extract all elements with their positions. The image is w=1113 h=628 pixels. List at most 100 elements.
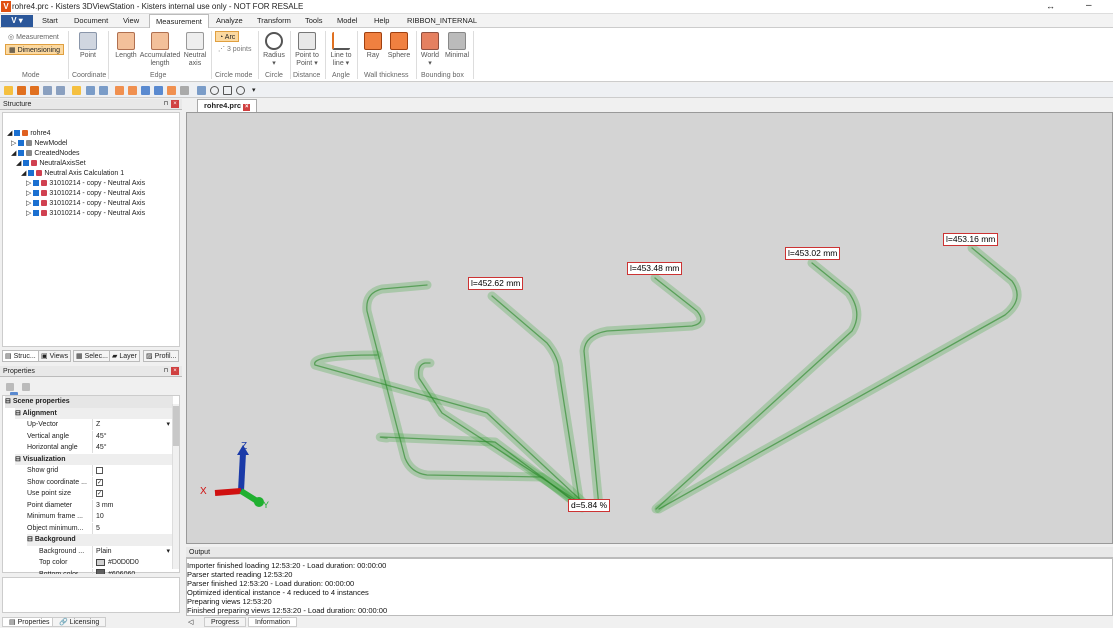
tab-layer[interactable]: ▰ Layer xyxy=(109,350,140,362)
radius-button[interactable]: Radius ▾ xyxy=(261,32,287,68)
expand-arrow-icon[interactable]: ◢ xyxy=(16,160,21,167)
chevron-down-icon[interactable]: ▾ xyxy=(166,546,170,557)
chevron-left-icon[interactable]: ◁ xyxy=(188,618,193,626)
tree-item-neutral-axis[interactable]: ▷ 31010214 - copy - Neutral Axis xyxy=(4,179,180,189)
section-alignment[interactable]: ⊟ Alignment xyxy=(15,407,173,419)
menu-tools[interactable]: Tools xyxy=(305,16,323,25)
measurement-label[interactable]: l=453.48 mm xyxy=(627,262,683,275)
view-iso-icon[interactable] xyxy=(115,86,124,95)
arc-mode-button[interactable]: ◔ Arc xyxy=(215,31,240,42)
menu-ribbon-internal[interactable]: RIBBON_INTERNAL xyxy=(407,16,477,25)
tab-views[interactable]: ▣ Views xyxy=(38,350,72,362)
vertical-angle-field[interactable]: 45° xyxy=(92,430,172,442)
sketch-icon[interactable] xyxy=(197,86,206,95)
measurement-label[interactable]: l=453.02 mm xyxy=(785,247,841,260)
view-front-icon[interactable] xyxy=(86,86,95,95)
section-scene-properties[interactable]: ⊟ Scene properties xyxy=(5,396,173,408)
tree-item-neutralaxisset[interactable]: ◢ NeutralAxisSet xyxy=(4,159,180,169)
select-mode-icon[interactable] xyxy=(72,86,81,95)
minimum-frame-field[interactable]: 10 xyxy=(92,511,172,522)
app-menu-button[interactable]: V ▾ xyxy=(1,15,33,27)
section-visualization[interactable]: ⊟ Visualization xyxy=(15,453,173,465)
use-point-size-checkbox[interactable]: ✓ xyxy=(92,488,172,499)
object-minimum-field[interactable]: 5 xyxy=(92,522,172,534)
close-icon[interactable]: × xyxy=(171,367,179,375)
show-coordinate-checkbox[interactable]: ✓ xyxy=(92,476,172,488)
horizontal-angle-field[interactable]: 45° xyxy=(92,442,172,453)
menu-help[interactable]: Help xyxy=(374,16,389,25)
up-vector-select[interactable]: Z ▾ xyxy=(92,419,172,430)
measurement-label[interactable]: l=452.62 mm xyxy=(468,277,524,290)
minimize-icon[interactable]: – xyxy=(1086,0,1092,11)
measurement-mode-button[interactable]: ◎ Measurement xyxy=(5,32,62,43)
zoom-box-icon[interactable] xyxy=(43,86,52,95)
view-back-icon[interactable] xyxy=(99,86,108,95)
minimal-button[interactable]: Minimal xyxy=(443,32,471,60)
tree-item-neutral-axis[interactable]: ▷ 31010214 - copy - Neutral Axis xyxy=(4,189,180,199)
length-button[interactable]: Length xyxy=(112,32,140,60)
menu-analyze[interactable]: Analyze xyxy=(216,16,243,25)
neutral-axis-button[interactable]: Neutral axis xyxy=(181,32,209,68)
top-color-field[interactable]: #D0D0D0 xyxy=(92,557,172,568)
zoom-icon[interactable] xyxy=(56,86,65,95)
show-grid-checkbox[interactable] xyxy=(92,465,172,476)
rotate-tool-icon[interactable] xyxy=(17,86,26,95)
sphere-button[interactable]: Sphere xyxy=(386,32,412,60)
expand-arrow-icon[interactable]: ▷ xyxy=(26,190,31,197)
view-right-icon[interactable] xyxy=(154,86,163,95)
view-top-icon[interactable] xyxy=(128,86,137,95)
expand-arrow-icon[interactable]: ◢ xyxy=(7,130,12,137)
tree-item-creatednodes[interactable]: ◢ CreatedNodes xyxy=(4,149,180,159)
category-icon[interactable] xyxy=(22,383,31,392)
point-button[interactable]: Point xyxy=(76,32,100,60)
deviation-label[interactable]: d=5.84 % xyxy=(568,499,611,512)
pin-icon[interactable]: ⊓ xyxy=(162,100,170,108)
tab-licensing[interactable]: 🔗 Licensing xyxy=(52,617,107,627)
circle-tool-icon[interactable] xyxy=(210,86,219,95)
world-button[interactable]: World ▾ xyxy=(418,32,442,68)
properties-scrollbar[interactable] xyxy=(172,404,179,569)
expand-arrow-icon[interactable]: ▷ xyxy=(26,200,31,207)
accumulated-length-button[interactable]: Accumulated length xyxy=(139,32,181,68)
toolbar-overflow-icon[interactable]: ▾ xyxy=(252,86,256,94)
restore-icon[interactable]: ↔ xyxy=(1046,1,1055,11)
expand-arrow-icon[interactable]: ▷ xyxy=(11,140,16,147)
tab-profiles[interactable]: ▨ Profil... xyxy=(143,350,180,362)
pan-tool-icon[interactable] xyxy=(30,86,39,95)
close-tab-icon[interactable]: × xyxy=(243,104,251,111)
menu-start[interactable]: Start xyxy=(42,16,58,25)
expand-arrow-icon[interactable]: ◢ xyxy=(11,150,16,157)
menu-transform[interactable]: Transform xyxy=(257,16,291,25)
tab-properties[interactable]: ▤ Properties xyxy=(2,617,57,627)
tab-structure[interactable]: ▤ Struc... xyxy=(2,350,39,362)
rectangle-tool-icon[interactable] xyxy=(223,86,232,95)
menu-document[interactable]: Document xyxy=(74,16,108,25)
tree-item-neutral-axis[interactable]: ▷ 31010214 - copy - Neutral Axis xyxy=(4,209,180,219)
sort-icon[interactable] xyxy=(6,383,14,392)
point-to-point-button[interactable]: Point to Point ▾ xyxy=(292,32,322,68)
view-bottom-icon[interactable] xyxy=(167,86,176,95)
measurement-label[interactable]: l=453.16 mm xyxy=(943,233,999,246)
background-type-select[interactable]: Plain ▾ xyxy=(92,545,172,557)
menu-model[interactable]: Model xyxy=(337,16,357,25)
3d-viewport[interactable]: l=452.62 mm l=453.48 mm l=453.02 mm l=45… xyxy=(186,112,1113,544)
chevron-down-icon[interactable]: ▾ xyxy=(166,419,170,430)
expand-arrow-icon[interactable]: ▷ xyxy=(26,180,31,187)
ellipse-tool-icon[interactable] xyxy=(236,86,245,95)
dimensioning-mode-button[interactable]: ▦ Dimensioning xyxy=(5,44,64,55)
tab-progress[interactable]: Progress xyxy=(204,617,247,627)
tree-item-neutral-axis-calc[interactable]: ◢ Neutral Axis Calculation 1 xyxy=(4,169,180,179)
tab-selection[interactable]: ▦ Selec... xyxy=(73,350,111,362)
select-tool-icon[interactable] xyxy=(4,86,13,95)
three-points-button[interactable]: ⋰ 3 points xyxy=(215,44,254,55)
expand-arrow-icon[interactable]: ◢ xyxy=(21,170,26,177)
bottom-color-field[interactable]: #606060 xyxy=(92,568,172,574)
menu-view[interactable]: View xyxy=(123,16,139,25)
expand-arrow-icon[interactable]: ▷ xyxy=(26,210,31,217)
menu-measurement[interactable]: Measurement xyxy=(149,14,209,29)
tree-item-newmodel[interactable]: ▷ NewModel xyxy=(4,139,180,149)
view-left-icon[interactable] xyxy=(141,86,150,95)
pin-icon[interactable]: ⊓ xyxy=(162,367,170,375)
tree-item-neutral-axis[interactable]: ▷ 31010214 - copy - Neutral Axis xyxy=(4,199,180,209)
line-to-line-button[interactable]: Line to line ▾ xyxy=(328,32,354,68)
